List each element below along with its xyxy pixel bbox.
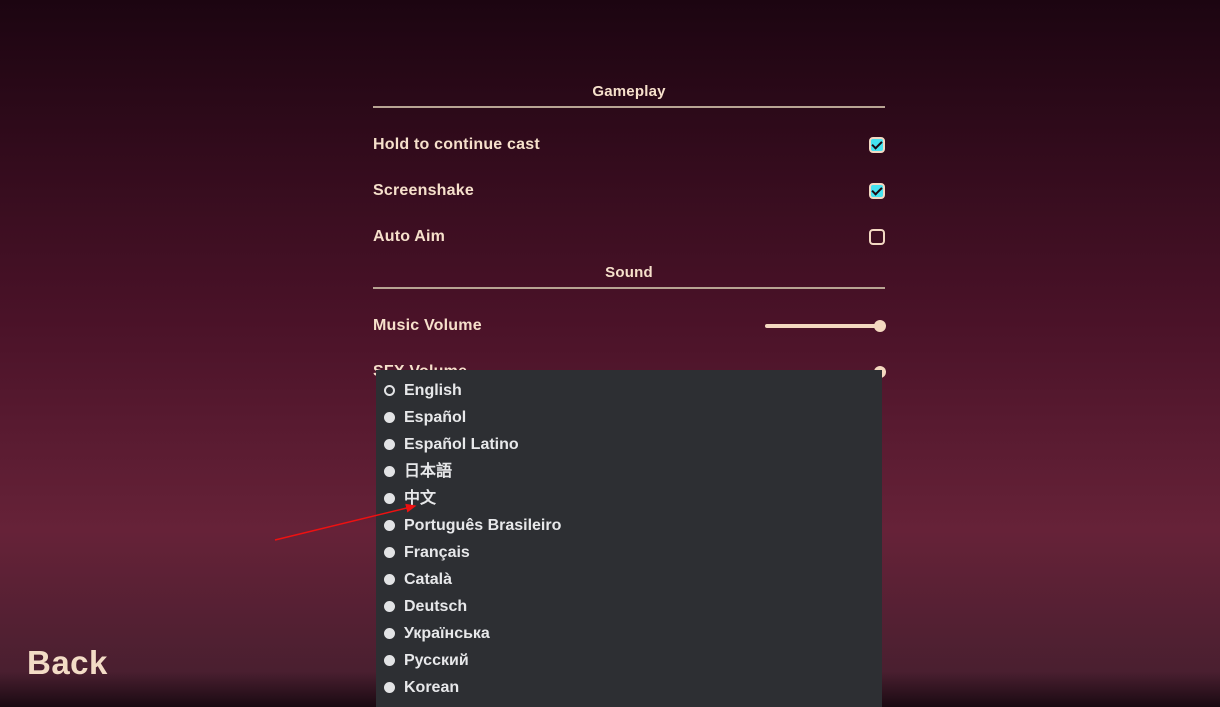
- setting-label: Music Volume: [373, 317, 482, 335]
- language-option[interactable]: 日本語: [376, 458, 882, 485]
- slider-music-volume[interactable]: [765, 318, 885, 334]
- language-option-label: Français: [404, 545, 470, 561]
- radio-icon: [384, 493, 395, 504]
- setting-music-volume: Music Volume: [373, 303, 885, 349]
- language-option-label: Korean: [404, 680, 459, 696]
- language-option-label: Українська: [404, 626, 490, 642]
- language-option-label: Português Brasileiro: [404, 518, 561, 534]
- radio-icon: [384, 628, 395, 639]
- radio-icon: [384, 466, 395, 477]
- section-header-sound: Sound: [373, 264, 885, 289]
- setting-hold-to-continue-cast: Hold to continue cast: [373, 122, 885, 168]
- language-option-label: 日本語: [404, 464, 452, 480]
- radio-icon: [384, 601, 395, 612]
- language-option[interactable]: Français: [376, 539, 882, 566]
- radio-icon: [384, 682, 395, 693]
- setting-label: Hold to continue cast: [373, 136, 540, 154]
- language-option[interactable]: Português Brasileiro: [376, 512, 882, 539]
- section-header-gameplay: Gameplay: [373, 83, 885, 108]
- language-option[interactable]: Deutsch: [376, 593, 882, 620]
- slider-thumb[interactable]: [874, 320, 886, 332]
- slider-track: [765, 324, 885, 328]
- radio-icon: [384, 547, 395, 558]
- radio-icon: [384, 520, 395, 531]
- language-option-label: Español Latino: [404, 437, 519, 453]
- language-option[interactable]: Українська: [376, 620, 882, 647]
- language-option[interactable]: Español Latino: [376, 431, 882, 458]
- checkbox-screenshake[interactable]: [869, 183, 885, 199]
- language-option-label: Deutsch: [404, 599, 467, 615]
- language-option-label: English: [404, 383, 462, 399]
- setting-auto-aim: Auto Aim: [373, 214, 885, 260]
- settings-panel: Gameplay Hold to continue cast Screensha…: [373, 83, 885, 395]
- setting-screenshake: Screenshake: [373, 168, 885, 214]
- language-option-label: Español: [404, 410, 466, 426]
- language-dropdown[interactable]: English Español Español Latino 日本語中文 Portugu…: [376, 370, 882, 707]
- radio-icon: [384, 439, 395, 450]
- radio-icon: [384, 385, 395, 396]
- language-option[interactable]: Русский: [376, 647, 882, 674]
- language-option[interactable]: Korean: [376, 674, 882, 701]
- language-option-label: 中文: [404, 491, 436, 507]
- language-option[interactable]: Català: [376, 566, 882, 593]
- radio-icon: [384, 412, 395, 423]
- radio-icon: [384, 655, 395, 666]
- language-option[interactable]: Español: [376, 404, 882, 431]
- language-option-label: Català: [404, 572, 452, 588]
- setting-label: Auto Aim: [373, 228, 445, 246]
- language-option[interactable]: English: [376, 377, 882, 404]
- checkbox-hold-to-continue-cast[interactable]: [869, 137, 885, 153]
- radio-icon: [384, 574, 395, 585]
- language-option-label: Русский: [404, 653, 469, 669]
- checkbox-auto-aim[interactable]: [869, 229, 885, 245]
- setting-label: Screenshake: [373, 182, 474, 200]
- language-option[interactable]: 中文: [376, 485, 882, 512]
- back-button[interactable]: Back: [27, 644, 108, 682]
